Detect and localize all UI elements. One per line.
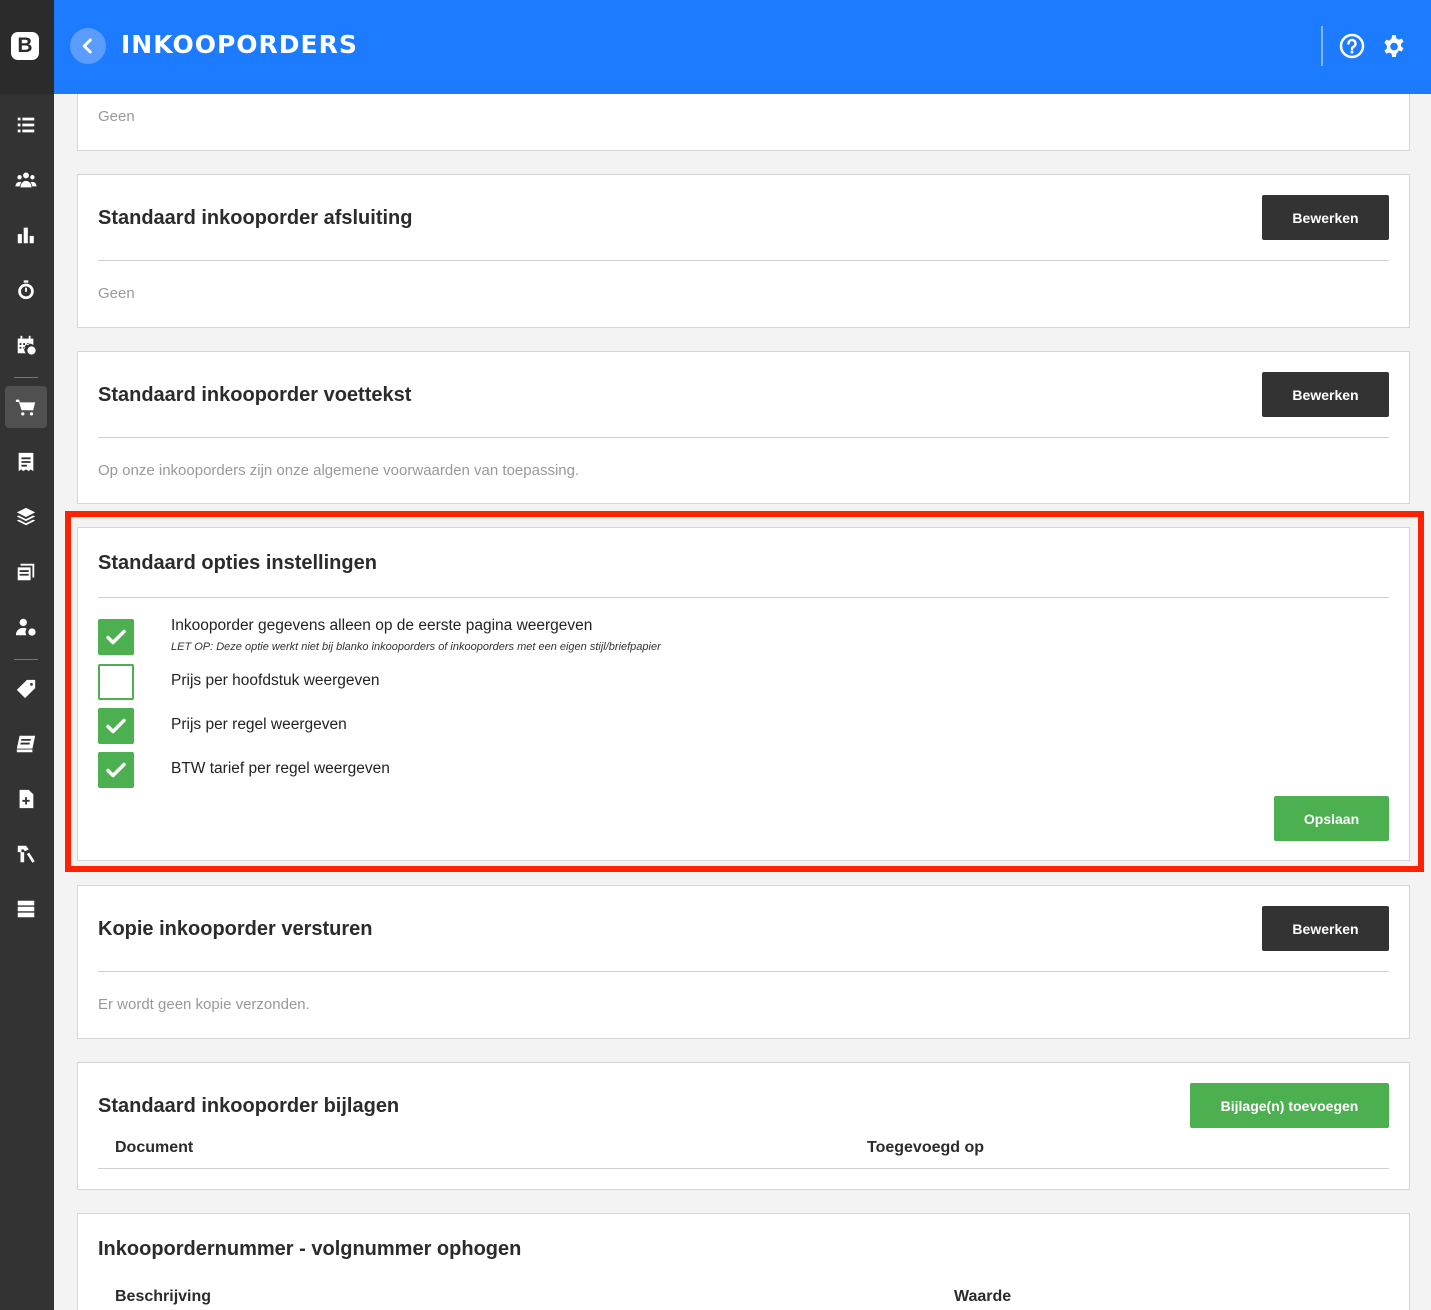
gear-icon[interactable]: [1381, 33, 1407, 59]
divider: [98, 1168, 1389, 1169]
column-header-value: Waarde: [954, 1288, 1012, 1305]
tag-icon[interactable]: [5, 668, 47, 710]
tools-icon[interactable]: [5, 833, 47, 875]
card-voettekst: Standaard inkooporder voettekst Bewerken…: [77, 351, 1410, 504]
layers-icon[interactable]: [5, 496, 47, 538]
card-previous: Geen: [77, 94, 1410, 151]
sidebar-separator: [14, 659, 38, 660]
logo[interactable]: B: [0, 0, 54, 94]
card-title: Inkoopordernummer - volgnummer ophogen: [98, 1238, 522, 1260]
logo-badge: B: [11, 32, 39, 60]
help-icon[interactable]: [1339, 33, 1365, 59]
document-list-icon[interactable]: [5, 551, 47, 593]
file-plus-icon[interactable]: [5, 778, 47, 820]
highlight-frame: [65, 511, 1424, 872]
users-icon[interactable]: [5, 159, 47, 201]
column-header-added-on: Toegevoegd op: [867, 1139, 985, 1156]
page-title: INKOOPORDERS: [121, 30, 358, 59]
card-previous-text: Geen: [98, 108, 135, 125]
card-title: Standaard inkooporder afsluiting: [98, 207, 413, 229]
sidebar: B: [0, 0, 54, 1310]
card-text: Er wordt geen kopie verzonden.: [98, 996, 310, 1013]
header-divider: [1321, 26, 1323, 66]
cart-icon[interactable]: [5, 386, 47, 428]
stopwatch-icon[interactable]: [5, 269, 47, 311]
edit-button[interactable]: Bewerken: [1262, 372, 1389, 417]
calendar-icon[interactable]: [5, 324, 47, 366]
list-icon[interactable]: [5, 104, 47, 146]
add-attachment-button[interactable]: Bijlage(n) toevoegen: [1190, 1083, 1389, 1128]
back-button[interactable]: [70, 28, 106, 64]
divider: [98, 437, 1389, 438]
card-title: Standaard inkooporder bijlagen: [98, 1095, 400, 1117]
top-header: INKOOPORDERS: [54, 0, 1431, 94]
card-text: Geen: [98, 285, 135, 302]
user-settings-icon[interactable]: [5, 606, 47, 648]
card-afsluiting: Standaard inkooporder afsluiting Bewerke…: [77, 174, 1410, 328]
column-header-document: Document: [115, 1139, 194, 1156]
divider: [98, 971, 1389, 972]
edit-button[interactable]: Bewerken: [1262, 195, 1389, 240]
card-volgnummer: Inkoopordernummer - volgnummer ophogen B…: [77, 1213, 1410, 1310]
card-kopie: Kopie inkooporder versturen Bewerken Er …: [77, 885, 1410, 1039]
book-icon[interactable]: [5, 723, 47, 765]
card-text: Op onze inkooporders zijn onze algemene …: [98, 462, 580, 479]
bar-chart-icon[interactable]: [5, 214, 47, 256]
receipt-icon[interactable]: [5, 441, 47, 483]
card-bijlagen: Standaard inkooporder bijlagen Bijlage(n…: [77, 1062, 1410, 1190]
chevron-left-icon: [82, 38, 92, 54]
divider: [98, 260, 1389, 261]
card-title: Kopie inkooporder versturen: [98, 918, 373, 940]
card-title: Standaard inkooporder voettekst: [98, 384, 412, 406]
column-header-description: Beschrijving: [115, 1288, 212, 1305]
sidebar-separator: [14, 377, 38, 378]
edit-button[interactable]: Bewerken: [1262, 906, 1389, 951]
server-icon[interactable]: [5, 888, 47, 930]
